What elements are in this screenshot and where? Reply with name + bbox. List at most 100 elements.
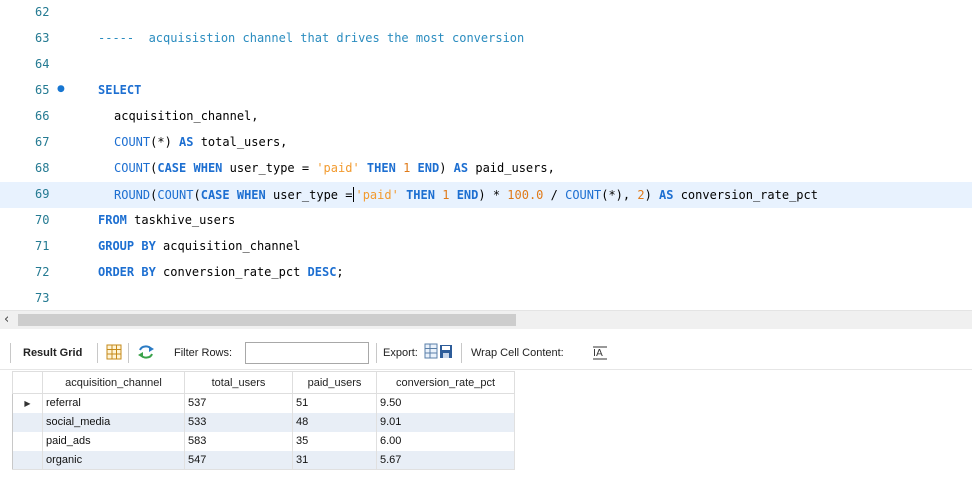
round-function: ROUND <box>114 188 151 202</box>
table-row[interactable]: organic 547 31 5.67 <box>12 450 515 470</box>
equals-operator: = <box>345 188 353 202</box>
toolbar-divider <box>97 343 98 363</box>
then-keyword: THEN <box>366 161 396 175</box>
code-line-65[interactable]: 65 ● SELECT <box>0 78 972 104</box>
table-cell[interactable]: 9.50 <box>376 393 515 413</box>
column-header[interactable]: total_users <box>184 371 293 394</box>
toolbar-divider <box>128 343 129 363</box>
as-keyword: AS <box>659 188 674 202</box>
code-line-63[interactable]: 63 ----- acquisistion channel that drive… <box>0 26 972 52</box>
table-cell[interactable]: social_media <box>42 412 185 432</box>
table-cell[interactable]: paid_ads <box>42 431 185 451</box>
condition-column: user_type = <box>222 161 317 175</box>
column-header[interactable]: acquisition_channel <box>42 371 185 394</box>
code-line-69[interactable]: 69 ROUND(COUNT(CASE WHEN user_type ='pai… <box>0 182 972 208</box>
line-number: 67 <box>35 135 50 149</box>
code-line-64[interactable]: 64 <box>0 52 972 78</box>
result-grid-tab[interactable]: Result Grid <box>23 347 82 359</box>
table-cell[interactable]: 5.67 <box>376 450 515 470</box>
column-header[interactable]: conversion_rate_pct <box>376 371 515 394</box>
result-toolbar: Result Grid Filter Rows: Export: Wrap Ce… <box>0 337 972 370</box>
sql-editor[interactable]: 62 63 ----- acquisistion channel that dr… <box>0 0 972 310</box>
result-grid-icon[interactable] <box>106 344 122 363</box>
row-selector[interactable] <box>12 431 43 451</box>
wrap-cell-icon[interactable]: IA <box>592 346 608 363</box>
code-line-70[interactable]: 70 FROM taskhive_users <box>0 208 972 234</box>
row-selector[interactable] <box>12 450 43 470</box>
code-line-67[interactable]: 67 COUNT(*) AS total_users, <box>0 130 972 156</box>
toolbar-divider <box>461 343 462 363</box>
table-cell[interactable]: organic <box>42 450 185 470</box>
table-row[interactable]: paid_ads 583 35 6.00 <box>12 431 515 451</box>
divide-operator: / <box>543 188 566 202</box>
order-column: conversion_rate_pct <box>155 265 308 279</box>
code-line-73[interactable]: 73 <box>0 286 972 310</box>
from-clause: FROM taskhive_users <box>98 213 235 227</box>
statement-marker-icon[interactable]: ● <box>57 84 65 94</box>
horizontal-scrollbar[interactable]: ‹ <box>0 310 972 329</box>
group-by-clause: GROUP BY acquisition_channel <box>98 239 300 253</box>
statement-terminator: ; <box>336 265 344 279</box>
line-number: 73 <box>35 291 50 305</box>
sql-comment: ----- acquisistion channel that drives t… <box>98 31 525 45</box>
filter-rows-input[interactable] <box>245 342 369 364</box>
scroll-left-icon[interactable]: ‹ <box>4 312 9 327</box>
table-cell[interactable]: referral <box>42 393 185 413</box>
grid-header-row: acquisition_channel total_users paid_use… <box>12 371 515 394</box>
current-row-icon[interactable]: ▶ <box>12 393 43 413</box>
group-by-keyword: GROUP BY <box>98 239 156 253</box>
svg-text:IA: IA <box>593 348 603 359</box>
line-number: 69 <box>35 187 50 201</box>
table-cell[interactable]: 48 <box>292 412 377 432</box>
count-function: COUNT <box>114 135 151 149</box>
table-cell[interactable]: 9.01 <box>376 412 515 432</box>
end-keyword: END <box>456 188 479 202</box>
table-cell[interactable]: 35 <box>292 431 377 451</box>
table-cell[interactable]: 31 <box>292 450 377 470</box>
sql-expression: COUNT(CASE WHEN user_type = 'paid' THEN … <box>114 161 555 175</box>
case-keyword: CASE <box>200 188 230 202</box>
scrollbar-thumb[interactable] <box>18 314 516 326</box>
table-row[interactable]: social_media 533 48 9.01 <box>12 412 515 432</box>
desc-keyword: DESC <box>307 265 337 279</box>
condition-column: user_type <box>265 188 346 202</box>
table-cell[interactable]: 533 <box>184 412 293 432</box>
table-cell[interactable]: 51 <box>292 393 377 413</box>
export-label: Export: <box>383 347 418 359</box>
refresh-icon[interactable] <box>137 344 155 363</box>
line-number: 70 <box>35 213 50 227</box>
code-line-66[interactable]: 66 acquisition_channel, <box>0 104 972 130</box>
group-column: acquisition_channel <box>155 239 301 253</box>
line-number: 64 <box>35 57 50 71</box>
wrap-cell-label: Wrap Cell Content: <box>471 347 564 359</box>
count-args: (*) <box>150 135 180 149</box>
end-keyword: END <box>417 161 440 175</box>
export-icon[interactable] <box>424 343 454 364</box>
table-cell[interactable]: 6.00 <box>376 431 515 451</box>
order-by-clause: ORDER BY conversion_rate_pct DESC; <box>98 265 344 279</box>
code-line-72[interactable]: 72 ORDER BY conversion_rate_pct DESC; <box>0 260 972 286</box>
sql-expression: COUNT(*) AS total_users, <box>114 135 287 149</box>
result-grid-table[interactable]: acquisition_channel total_users paid_use… <box>12 371 515 470</box>
row-selector-header[interactable] <box>12 371 43 394</box>
number-literal: 1 <box>442 188 450 202</box>
line-number: 65 <box>35 83 50 97</box>
table-cell[interactable]: 537 <box>184 393 293 413</box>
column-header[interactable]: paid_users <box>292 371 377 394</box>
when-keyword: WHEN <box>236 188 266 202</box>
code-line-71[interactable]: 71 GROUP BY acquisition_channel <box>0 234 972 260</box>
toolbar-divider <box>10 343 11 363</box>
count-function: COUNT <box>157 188 194 202</box>
code-line-62[interactable]: 62 <box>0 0 972 26</box>
table-cell[interactable]: 547 <box>184 450 293 470</box>
count-function: COUNT <box>114 161 151 175</box>
as-keyword: AS <box>453 161 469 175</box>
table-cell[interactable]: 583 <box>184 431 293 451</box>
row-selector[interactable] <box>12 412 43 432</box>
select-keyword: SELECT <box>98 83 142 97</box>
column-alias: paid_users, <box>468 161 555 175</box>
select-column: acquisition_channel, <box>114 109 259 123</box>
table-row[interactable]: ▶ referral 537 51 9.50 <box>12 393 515 413</box>
line-number: 62 <box>35 5 50 19</box>
code-line-68[interactable]: 68 COUNT(CASE WHEN user_type = 'paid' TH… <box>0 156 972 182</box>
